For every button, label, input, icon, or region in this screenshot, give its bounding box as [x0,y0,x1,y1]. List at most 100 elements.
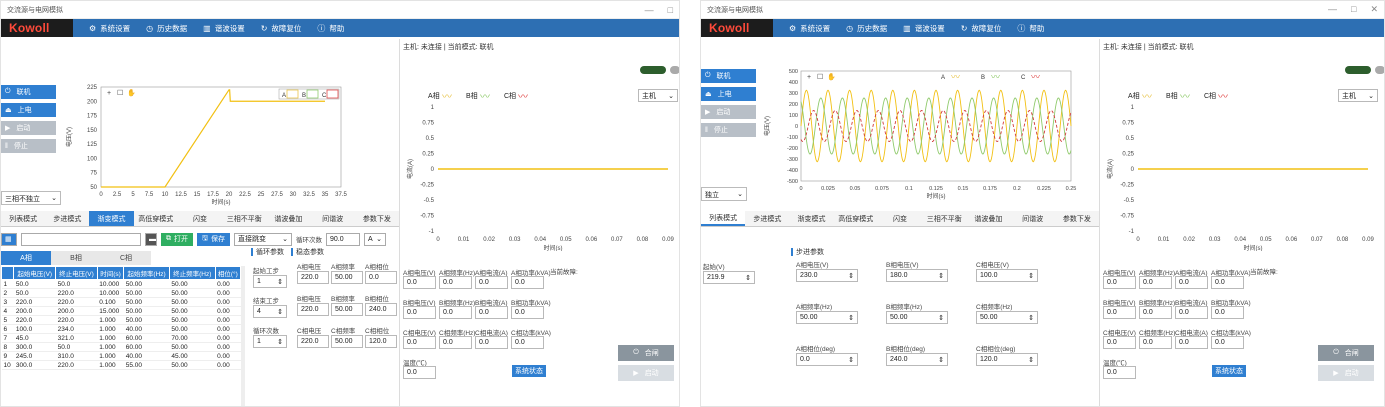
param-input[interactable]: 50.00 ⇕ [976,311,1038,324]
table-cell[interactable]: 70.00 [169,333,216,343]
table-cell[interactable]: 0.00 [215,360,241,370]
table-cell[interactable]: 0.00 [215,297,241,307]
table-cell[interactable]: 50.00 [123,279,170,289]
tab-1[interactable]: 步进模式 [745,211,789,226]
table-cell[interactable]: 0.00 [215,333,241,343]
table-row[interactable]: 1 50.0 50.0 10.000 50.00 50.00 0.00 [1,279,241,289]
table-cell[interactable]: 40.00 [123,351,170,361]
menu-system-settings[interactable]: ⚙ 系统设置 [89,23,130,34]
table-cell[interactable]: 50.00 [169,297,216,307]
phase-mode-select[interactable]: 独立 ⌄ [701,187,747,201]
table-cell[interactable]: 45.0 [13,333,56,343]
menu-fault-reset[interactable]: ↻ 故障复位 [261,23,302,34]
phase-mode-select[interactable]: 三相不独立 ⌄ [1,191,61,205]
tab-2[interactable]: 渐变模式 [789,211,833,226]
menu-history[interactable]: ◷ 历史数据 [146,23,187,34]
table-cell[interactable]: 50.0 [13,279,56,289]
table-cell[interactable]: 50.00 [169,315,216,325]
start-button[interactable]: ▶ 启动 [1,121,56,135]
table-cell[interactable]: 50.00 [123,306,170,316]
table-cell[interactable]: 234.0 [55,324,98,334]
table-cell[interactable]: 50.0 [55,342,98,352]
ramp-mode-select[interactable]: 直接跳变 ⌄ [233,232,292,246]
param-input[interactable]: 240.0 ⇕ [886,353,948,366]
table-cell[interactable]: 8 [1,342,14,352]
run-button[interactable]: ▶ 启动 [1318,365,1374,381]
table-cell[interactable]: 220.0 [55,360,98,370]
table-cell[interactable]: 15.000 [97,306,124,316]
tab-phase-c[interactable]: C相 [101,251,151,265]
table-cell[interactable]: 0.00 [215,315,241,325]
table-cell[interactable]: 100.0 [13,324,56,334]
table-cell[interactable]: 310.0 [55,351,98,361]
tab-7[interactable]: 间谐波 [1011,211,1055,226]
menu-fault-reset[interactable]: ↻ 故障复位 [961,23,1002,34]
tab-1[interactable]: 步进模式 [45,211,89,226]
table-cell[interactable]: 0.00 [215,342,241,352]
menu-history[interactable]: ◷ 历史数据 [846,23,887,34]
start-step-input[interactable]: 1 ⇕ [253,275,287,288]
param-input[interactable]: 0.0 [365,271,397,284]
save-button[interactable]: 🖫 保存 [197,232,230,246]
table-cell[interactable]: 50.00 [169,360,216,370]
file-path-input[interactable] [21,232,141,246]
table-cell[interactable]: 245.0 [13,351,56,361]
tab-6[interactable]: 谐波叠加 [966,211,1010,226]
table-cell[interactable]: 1.000 [97,351,124,361]
table-cell[interactable]: 50.00 [169,279,216,289]
table-row[interactable]: 2 50.0 220.0 10.000 50.00 50.00 0.00 [1,288,241,298]
param-input[interactable]: 50.00 [331,335,363,348]
menu-system-settings[interactable]: ⚙ 系统设置 [789,23,830,34]
grid-icon[interactable]: ▦ [1,232,17,246]
start-button[interactable]: ▶ 启动 [701,105,756,119]
table-cell[interactable]: 50.00 [123,297,170,307]
close-button[interactable]: ✕ [1370,4,1378,15]
tab-4[interactable]: 闪变 [178,211,222,226]
tab-5[interactable]: 三相不平衡 [922,211,966,226]
table-cell[interactable]: 50.0 [55,279,98,289]
close-breaker-button[interactable]: ⏻ 合闸 [618,345,674,361]
power-on-button[interactable]: ⏏ 上电 [1,103,56,117]
table-row[interactable]: 9 245.0 310.0 1.000 40.00 45.00 0.00 [1,351,241,361]
table-cell[interactable]: 50.00 [169,306,216,316]
table-cell[interactable]: 1.000 [97,360,124,370]
tab-0[interactable]: 列表模式 [701,211,746,226]
stop-button[interactable]: ‖ 停止 [701,123,756,137]
table-cell[interactable]: 3 [1,297,14,307]
connect-button[interactable]: ⏻ 联机 [701,69,756,83]
param-input[interactable]: 220.0 [297,303,329,316]
table-cell[interactable]: 1 [1,279,14,289]
maximize-button[interactable]: □ [668,5,673,15]
param-input[interactable]: 120.0 ⇕ [976,353,1038,366]
table-cell[interactable]: 220.0 [55,297,98,307]
param-input[interactable]: 50.00 [331,271,363,284]
table-row[interactable]: 5 220.0 220.0 1.000 50.00 50.00 0.00 [1,315,241,325]
menu-help[interactable]: ⓘ 帮助 [317,23,344,34]
minimize-button[interactable]: — [1328,4,1337,15]
table-cell[interactable]: 50.00 [169,288,216,298]
table-cell[interactable]: 10.000 [97,288,124,298]
status-button[interactable]: 系统状态 [512,365,546,377]
table-cell[interactable]: 220.0 [13,315,56,325]
table-cell[interactable]: 50.00 [123,288,170,298]
table-cell[interactable]: 300.0 [13,360,56,370]
table-cell[interactable]: 1.000 [97,315,124,325]
table-cell[interactable]: 7 [1,333,14,343]
param-input[interactable]: 240.0 [365,303,397,316]
start-voltage-input[interactable]: 219.9 ⇕ [703,271,755,284]
stop-button[interactable]: ‖ 停止 [1,139,56,153]
plot-tool-icon[interactable]: ✋ [127,88,136,97]
table-cell[interactable]: 0.00 [215,306,241,316]
table-cell[interactable]: 40.00 [123,324,170,334]
param-input[interactable]: 50.00 ⇕ [886,311,948,324]
param-input[interactable]: 180.0 ⇕ [886,269,948,282]
param-input[interactable]: 0.0 ⇕ [796,353,858,366]
param-input[interactable]: 50.00 ⇕ [796,311,858,324]
folder-icon[interactable]: ▬ [145,232,157,246]
tab-3[interactable]: 高低穿模式 [134,211,178,226]
table-cell[interactable]: 1.000 [97,333,124,343]
menu-harmonics[interactable]: ▥ 谐波设置 [203,23,245,34]
connection-toggle[interactable] [1345,66,1371,74]
table-row[interactable]: 3 220.0 220.0 0.100 50.00 50.00 0.00 [1,297,241,307]
param-input[interactable]: 50.00 [331,303,363,316]
